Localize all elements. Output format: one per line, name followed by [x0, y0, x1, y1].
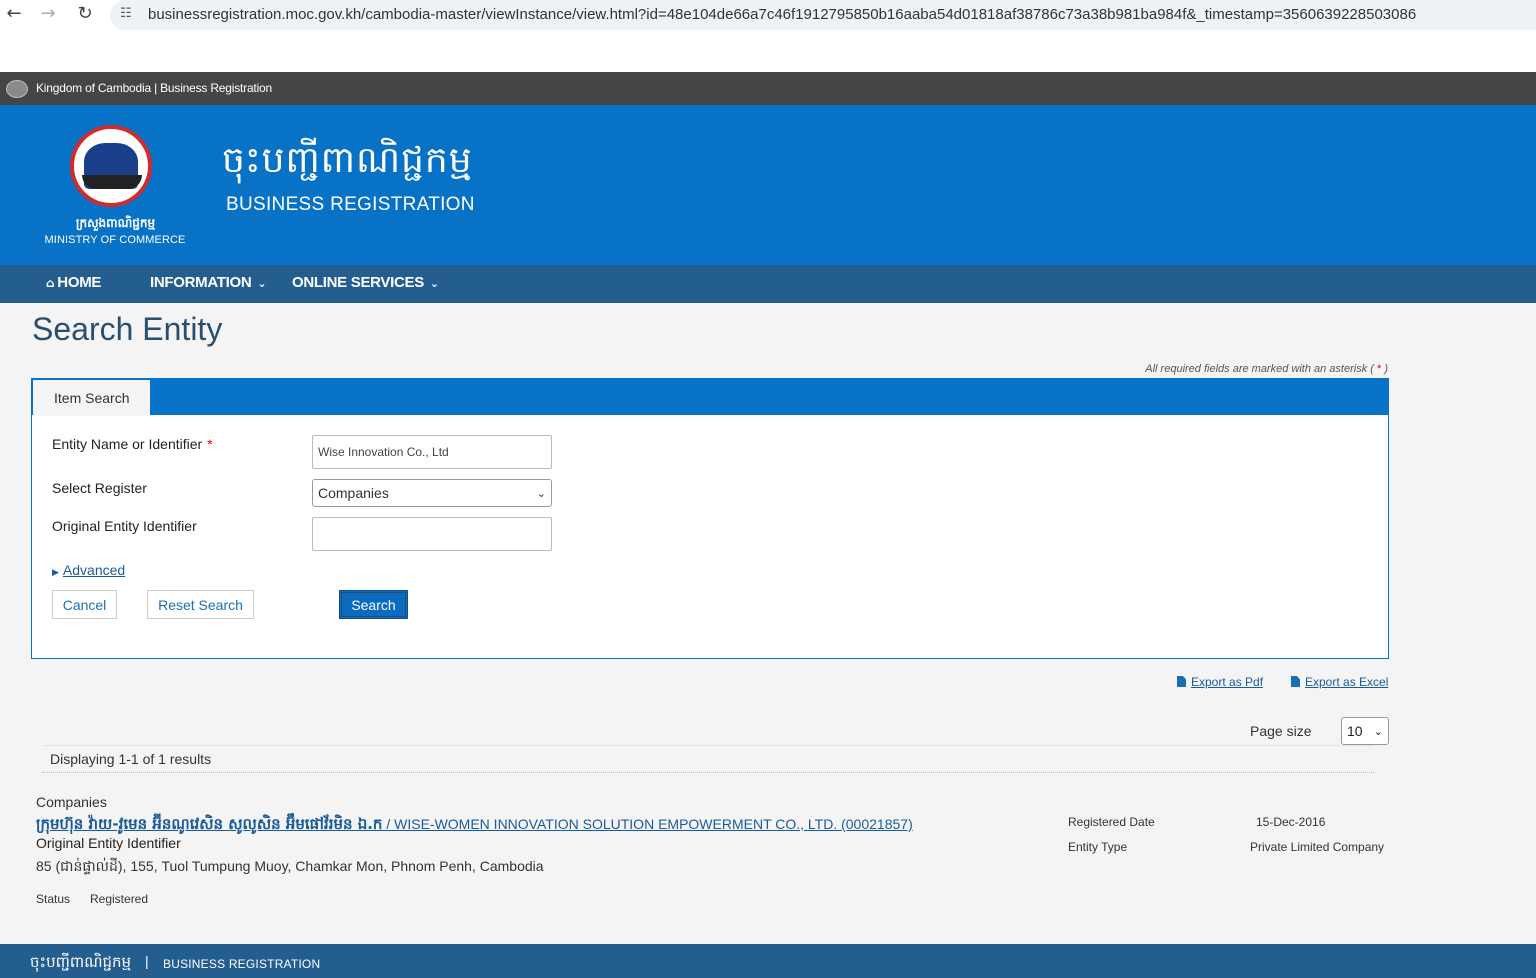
footer-khmer-title: ចុះបញ្ជីពាណិជ្ជកម្ម: [30, 953, 132, 971]
result-address: 85 (ជាន់ផ្ទាល់ដី), 155, Tuol Tumpung Muo…: [36, 858, 544, 874]
site-title-khmer: ចុះបញ្ជីពាណិជ្ជកម្ម: [222, 140, 473, 181]
nav-online-services[interactable]: ONLINE SERVICES ⌄: [292, 274, 439, 291]
footer-english-title: BUSINESS REGISTRATION: [163, 957, 321, 971]
result-status-value: Registered: [90, 892, 149, 906]
site-header: ក្រសួងពាណិជ្ជកម្ម MINISTRY OF COMMERCE ច…: [0, 105, 1536, 265]
registered-date-value: 15-Dec-2016: [1256, 815, 1326, 829]
search-panel: Item Search Entity Name or Identifier * W…: [31, 378, 1389, 659]
nav-home[interactable]: ⌂ HOME: [46, 274, 101, 291]
kingdom-emblem-icon: [6, 80, 28, 98]
search-button[interactable]: Search: [339, 590, 408, 619]
chevron-down-icon: ⌄: [257, 277, 267, 290]
chevron-down-icon: ⌄: [429, 277, 439, 290]
cancel-button[interactable]: Cancel: [52, 590, 117, 619]
advanced-link[interactable]: ▶ Advanced: [52, 562, 125, 578]
export-pdf-link[interactable]: Export as Pdf: [1177, 675, 1263, 689]
register-select[interactable]: Companies ⌄: [312, 479, 552, 507]
document-icon: [1177, 676, 1186, 687]
reset-search-button[interactable]: Reset Search: [147, 590, 254, 619]
logo-khmer-text: ក្រសួងពាណិជ្ជកម្ម: [75, 216, 156, 230]
tab-item-search[interactable]: Item Search: [33, 380, 150, 416]
logo-english-text: MINISTRY OF COMMERCE: [44, 234, 186, 246]
required-asterisk: *: [207, 436, 213, 452]
chevron-down-icon: ⌄: [536, 486, 546, 500]
page-size-select[interactable]: 10 ⌄: [1341, 717, 1389, 745]
page-size-label: Page size: [1250, 723, 1312, 739]
registered-date-label: Registered Date: [1068, 815, 1155, 829]
forward-arrow-icon[interactable]: →: [38, 4, 58, 24]
caret-right-icon: ▶: [52, 568, 59, 578]
reload-icon[interactable]: ↻: [75, 4, 95, 24]
gov-bar-text: Kingdom of Cambodia | Business Registrat…: [36, 81, 272, 95]
home-icon: ⌂: [46, 276, 55, 290]
result-entity-link[interactable]: ក្រុមហ៊ុន វ៉ាយ-វូមេន អ៊ីនណូវេសិន សូលូសិន…: [36, 815, 913, 837]
export-excel-link[interactable]: Export as Excel: [1291, 675, 1388, 689]
entity-type-label: Entity Type: [1068, 840, 1128, 854]
browser-toolbar: ← → ↻ ☷ businessregistration.moc.gov.kh/…: [0, 0, 1536, 72]
document-icon: [1291, 676, 1300, 687]
divider: [42, 745, 1374, 746]
entity-name-label: Entity Name or Identifier *: [52, 436, 213, 452]
footer-separator: |: [145, 953, 149, 969]
entity-name-input[interactable]: Wise Innovation Co., Ltd: [312, 435, 552, 469]
result-original-id-label: Original Entity Identifier: [36, 835, 181, 851]
site-settings-icon[interactable]: ☷: [120, 6, 132, 21]
original-id-label: Original Entity Identifier: [52, 518, 197, 534]
site-title-english: BUSINESS REGISTRATION: [226, 194, 475, 215]
site-footer: ចុះបញ្ជីពាណិជ្ជកម្ម | BUSINESS REGISTRAT…: [0, 944, 1536, 978]
ministry-logo-icon[interactable]: [70, 125, 152, 207]
gov-bar: Kingdom of Cambodia | Business Registrat…: [0, 72, 1536, 105]
panel-tab-strip: [32, 379, 1388, 415]
nav-information[interactable]: INFORMATION ⌄: [150, 274, 267, 291]
result-status-label: Status: [36, 892, 71, 906]
back-arrow-icon[interactable]: ←: [4, 4, 24, 24]
result-register: Companies: [36, 794, 107, 810]
select-register-label: Select Register: [52, 480, 147, 496]
divider: [42, 772, 1374, 773]
url-text[interactable]: businessregistration.moc.gov.kh/cambodia…: [148, 6, 1416, 23]
page-title: Search Entity: [32, 311, 223, 347]
main-nav: ⌂ HOME INFORMATION ⌄ ONLINE SERVICES ⌄: [0, 265, 1536, 303]
original-id-input[interactable]: [312, 517, 552, 551]
results-count: Displaying 1-1 of 1 results: [50, 751, 212, 767]
chevron-down-icon: ⌄: [1373, 724, 1383, 738]
address-bar[interactable]: ☷ businessregistration.moc.gov.kh/cambod…: [110, 0, 1536, 30]
required-fields-note: All required fields are marked with an a…: [1145, 363, 1388, 375]
entity-type-value: Private Limited Company: [1250, 840, 1385, 854]
